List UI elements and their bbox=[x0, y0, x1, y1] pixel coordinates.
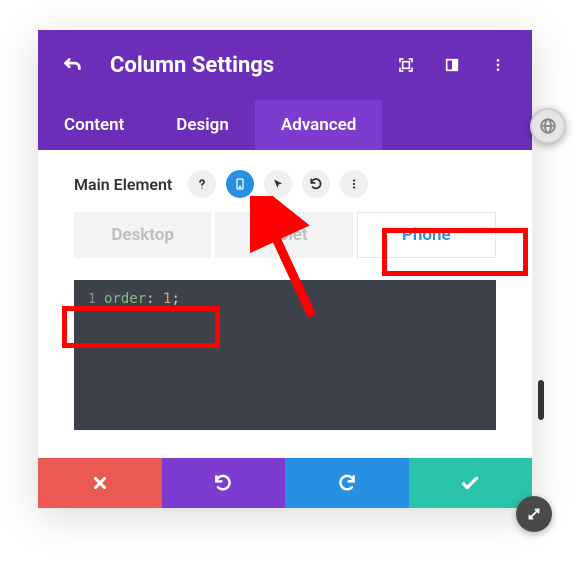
redo-button[interactable] bbox=[285, 458, 409, 508]
tab-design[interactable]: Design bbox=[150, 100, 255, 150]
reset-icon[interactable] bbox=[302, 170, 330, 198]
code-line: 1 order: 1; bbox=[74, 288, 496, 310]
tab-advanced[interactable]: Advanced bbox=[255, 100, 383, 150]
modal-header: Column Settings bbox=[38, 30, 532, 100]
floating-resize-icon[interactable] bbox=[516, 496, 552, 532]
more-icon[interactable] bbox=[484, 51, 512, 79]
option-more-icon[interactable] bbox=[340, 170, 368, 198]
settings-tabs: Content Design Advanced bbox=[38, 100, 532, 150]
responsive-icon[interactable] bbox=[226, 170, 254, 198]
hover-icon[interactable] bbox=[264, 170, 292, 198]
modal-title: Column Settings bbox=[110, 53, 374, 78]
code-text: order: 1; bbox=[104, 291, 180, 307]
column-settings-modal: Column Settings Content Design Advanced bbox=[38, 30, 532, 508]
modal-content: Main Element bbox=[38, 150, 532, 458]
tab-content[interactable]: Content bbox=[38, 100, 150, 150]
undo-button[interactable] bbox=[162, 458, 286, 508]
modal-footer bbox=[38, 458, 532, 508]
device-tabs: Desktop Tablet Phone bbox=[74, 212, 496, 258]
device-tab-tablet[interactable]: Tablet bbox=[215, 212, 352, 258]
help-icon[interactable] bbox=[188, 170, 216, 198]
scroll-indicator[interactable] bbox=[538, 380, 544, 420]
floating-help-icon[interactable] bbox=[530, 108, 566, 144]
device-tab-desktop[interactable]: Desktop bbox=[74, 212, 211, 258]
css-code-editor[interactable]: 1 order: 1; bbox=[74, 280, 496, 430]
option-row: Main Element bbox=[74, 170, 496, 198]
option-label: Main Element bbox=[74, 175, 172, 194]
expand-icon[interactable] bbox=[392, 51, 420, 79]
back-button[interactable] bbox=[58, 51, 86, 79]
save-button[interactable] bbox=[409, 458, 533, 508]
device-tab-phone[interactable]: Phone bbox=[357, 212, 496, 258]
snap-icon[interactable] bbox=[438, 51, 466, 79]
cancel-button[interactable] bbox=[38, 458, 162, 508]
line-number: 1 bbox=[74, 292, 104, 307]
tab-filler bbox=[382, 100, 532, 150]
